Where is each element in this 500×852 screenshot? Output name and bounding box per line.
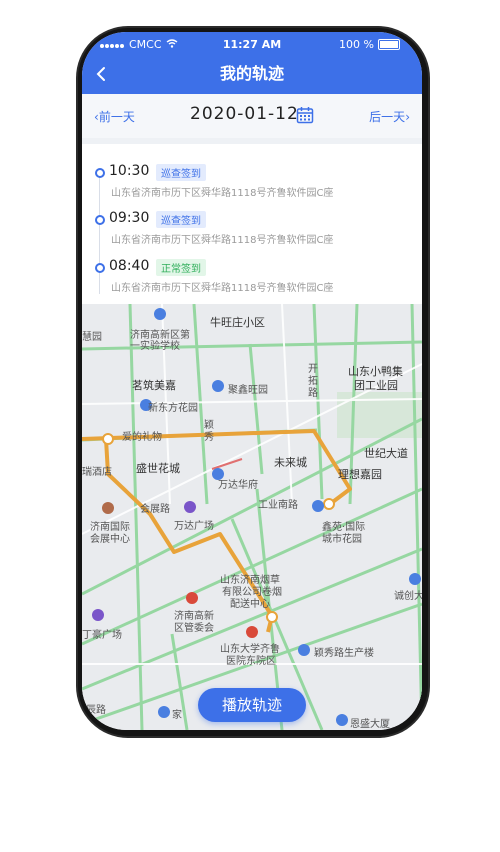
map-label: 聚鑫旺园 [228,385,268,396]
checkin-time: 08:40 [109,258,150,274]
map-label: 新东方花园 [148,403,198,414]
map-label: 工业南路 [258,500,298,511]
prev-day-label: 前一天 [98,110,135,124]
checkin-tag: 正常签到 [156,259,206,276]
status-bar: CMCC 11:27 AM 100 % [82,38,422,52]
map-label: 城市花园 [322,534,362,545]
map-label: 爱的礼物 [122,432,162,443]
map-label: 秀 [204,432,214,443]
map-label: 颖秀路生产楼 [314,648,374,659]
checkin-item[interactable]: 08:40 正常签到 山东省济南市历下区舜华路1118号齐鲁软件园C座 [82,255,422,299]
map-label: 区管委会 [174,623,214,634]
checkin-tag: 巡查签到 [156,211,206,228]
date-nav: ‹前一天 2020-01-12 后一天› [82,94,422,138]
map-label: 万达广场 [174,521,214,532]
map-label: 茗筑美嘉 [132,379,176,392]
battery-icon [378,39,400,50]
map-label: 会展中心 [90,534,130,545]
map-label: 未来城 [274,456,307,469]
timeline-dot [95,263,105,273]
map-label: 慧园 [82,332,102,343]
checkin-time: 09:30 [109,210,150,226]
current-date: 2020-01-12 [190,104,299,124]
next-day-label: 后一天 [369,110,406,124]
map-label: 恩盛大厦 [350,719,390,730]
map-label: 路 [308,388,318,399]
battery-label: 100 % [339,38,374,51]
page-title: 我的轨迹 [219,64,284,83]
header: CMCC 11:27 AM 100 % 我的轨迹 [82,32,422,94]
status-right: 100 % [339,38,400,51]
map-label: 会展路 [140,504,170,515]
checkin-address: 山东省济南市历下区舜华路1118号齐鲁软件园C座 [111,235,334,246]
checkin-item[interactable]: 09:30 巡查签到 山东省济南市历下区舜华路1118号齐鲁软件园C座 [82,207,422,251]
timeline-dot [95,168,105,178]
map-label: 牛旺庄小区 [210,316,265,329]
map-label: 丁豪广场 [82,630,122,641]
map-label: 盛世花城 [136,462,180,475]
map-view[interactable]: 牛旺庄小区 济南高新区第 一实验学校 慧园 开 拓 路 山东小鸭集 团工业园 茗… [82,304,422,730]
map-label: 辰路 [86,705,106,716]
next-day-button[interactable]: 后一天› [369,108,410,125]
map-label: 家 [172,710,182,721]
map-label: 万达华府 [218,480,258,491]
checkin-address: 山东省济南市历下区舜华路1118号齐鲁软件园C座 [111,188,334,199]
map-label: 配送中心 [230,599,270,610]
checkin-list: 10:30 巡查签到 山东省济南市历下区舜华路1118号齐鲁软件园C座 09:3… [82,144,422,304]
app-screen: CMCC 11:27 AM 100 % 我的轨迹 ‹前一天 2020-01-12… [82,32,422,730]
checkin-address: 山东省济南市历下区舜华路1118号齐鲁软件园C座 [111,283,334,294]
map-label: 团工业园 [354,379,398,392]
map-label: 一实验学校 [130,341,180,352]
map-label: 医院东院区 [226,656,276,667]
play-track-button[interactable]: 播放轨迹 [198,688,306,722]
map-label: 瑞酒店 [82,467,112,478]
checkin-item[interactable]: 10:30 巡查签到 山东省济南市历下区舜华路1118号齐鲁软件园C座 [82,160,422,204]
checkin-tag: 巡查签到 [156,164,206,181]
timeline-dot [95,215,105,225]
map-label: 诚创大 [394,591,422,602]
map-label: 理想嘉园 [338,468,382,481]
title-bar: 我的轨迹 [82,62,422,88]
map-label: 世纪大道 [364,447,408,460]
prev-day-button[interactable]: ‹前一天 [94,108,135,125]
checkin-time: 10:30 [109,163,150,179]
calendar-icon[interactable] [296,106,314,128]
